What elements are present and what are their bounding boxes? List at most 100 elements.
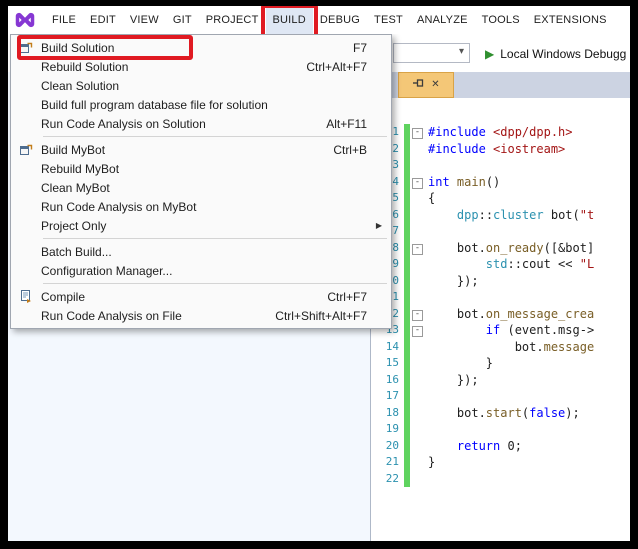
menubar: FILEEDITVIEWGITPROJECTBUILDDEBUGTESTANAL…	[8, 6, 630, 34]
code-text: std::cout << "L	[428, 256, 594, 273]
fold-gutter	[402, 355, 428, 372]
menu-item-shortcut: Ctrl+Shift+Alt+F7	[275, 309, 367, 323]
fold-gutter: -	[402, 174, 428, 191]
menu-item-rebuild-solution[interactable]: Rebuild SolutionCtrl+Alt+F7	[11, 57, 391, 76]
code-text: bot.message	[428, 339, 594, 356]
fold-gutter	[402, 207, 428, 224]
menu-item-run-code-analysis-on-mybot[interactable]: Run Code Analysis on MyBot	[11, 197, 391, 216]
fold-gutter: -	[402, 240, 428, 257]
fold-collapse-icon[interactable]: -	[412, 128, 423, 139]
line-number: 22	[372, 471, 402, 488]
line-number: 19	[372, 421, 402, 438]
menubar-item-project[interactable]: PROJECT	[199, 6, 266, 34]
fold-gutter	[402, 405, 428, 422]
code-editor[interactable]: 1-#include <dpp/dpp.h>2#include <iostrea…	[372, 98, 630, 541]
fold-collapse-icon[interactable]: -	[412, 244, 423, 255]
fold-collapse-icon[interactable]: -	[412, 310, 423, 321]
code-line: 9 std::cout << "L	[372, 256, 630, 273]
menu-item-build-mybot[interactable]: Build MyBotCtrl+B	[11, 140, 391, 159]
solution-platform-dropdown[interactable]: ▾	[393, 43, 470, 63]
code-text: #include <iostream>	[428, 141, 565, 158]
compile-icon	[11, 290, 41, 303]
menubar-item-view[interactable]: VIEW	[123, 6, 166, 34]
menu-item-run-code-analysis-on-solution[interactable]: Run Code Analysis on SolutionAlt+F11	[11, 114, 391, 133]
fold-gutter	[402, 190, 428, 207]
fold-gutter: -	[402, 306, 428, 323]
line-number: 14	[372, 339, 402, 356]
fold-gutter	[402, 141, 428, 158]
menu-separator	[43, 136, 387, 137]
code-text: bot.start(false);	[428, 405, 580, 422]
code-line: 7	[372, 223, 630, 240]
start-debugging-button[interactable]: ▶ Local Windows Debugg	[485, 44, 626, 64]
code-line: 10 });	[372, 273, 630, 290]
code-text: });	[428, 372, 479, 389]
code-line: 15 }	[372, 355, 630, 372]
pin-icon[interactable]	[412, 76, 424, 94]
menu-item-shortcut: Ctrl+B	[333, 143, 367, 157]
code-text: if (event.msg->	[428, 322, 594, 339]
menu-item-configuration-manager[interactable]: Configuration Manager...	[11, 261, 391, 280]
code-line: 20 return 0;	[372, 438, 630, 455]
code-line: 1-#include <dpp/dpp.h>	[372, 124, 630, 141]
menu-item-label: Configuration Manager...	[41, 264, 367, 278]
menu-item-label: Run Code Analysis on MyBot	[41, 200, 367, 214]
visual-studio-logo-icon	[15, 10, 35, 30]
code-line: 3	[372, 157, 630, 174]
code-text: bot.on_ready([&bot]	[428, 240, 594, 257]
code-line: 8- bot.on_ready([&bot]	[372, 240, 630, 257]
menubar-item-build[interactable]: BUILD	[266, 6, 313, 34]
code-line: 2#include <iostream>	[372, 141, 630, 158]
visual-studio-window: ▾ ▶ Local Windows Debugg ✕ 1-#include <d…	[8, 6, 630, 541]
menu-item-clean-mybot[interactable]: Clean MyBot	[11, 178, 391, 197]
code-line: 5{	[372, 190, 630, 207]
code-text: #include <dpp/dpp.h>	[428, 124, 573, 141]
menu-item-label: Build Solution	[41, 41, 353, 55]
menu-item-label: Clean Solution	[41, 79, 367, 93]
fold-gutter	[402, 471, 428, 488]
code-line: 18 bot.start(false);	[372, 405, 630, 422]
fold-gutter	[402, 388, 428, 405]
code-line: 19	[372, 421, 630, 438]
menubar-item-file[interactable]: FILE	[45, 6, 83, 34]
menubar-item-test[interactable]: TEST	[367, 6, 410, 34]
menu-item-shortcut: F7	[353, 41, 367, 55]
menu-item-compile[interactable]: CompileCtrl+F7	[11, 287, 391, 306]
code-text: dpp::cluster bot("t	[428, 207, 594, 224]
fold-collapse-icon[interactable]: -	[412, 326, 423, 337]
close-icon[interactable]: ✕	[431, 80, 439, 90]
menubar-item-debug[interactable]: DEBUG	[313, 6, 367, 34]
build-icon	[11, 41, 41, 54]
menu-item-run-code-analysis-on-file[interactable]: Run Code Analysis on FileCtrl+Shift+Alt+…	[11, 306, 391, 325]
menubar-item-git[interactable]: GIT	[166, 6, 199, 34]
fold-gutter	[402, 438, 428, 455]
menu-item-label: Project Only	[41, 219, 367, 233]
menubar-item-tools[interactable]: TOOLS	[475, 6, 527, 34]
fold-gutter	[402, 157, 428, 174]
menu-item-rebuild-mybot[interactable]: Rebuild MyBot	[11, 159, 391, 178]
menu-item-shortcut: Ctrl+F7	[327, 290, 367, 304]
menu-item-label: Build full program database file for sol…	[41, 98, 367, 112]
chevron-down-icon: ▾	[459, 46, 464, 57]
fold-gutter	[402, 256, 428, 273]
menu-item-project-only[interactable]: Project Only▶	[11, 216, 391, 235]
menubar-item-edit[interactable]: EDIT	[83, 6, 123, 34]
menu-item-label: Run Code Analysis on Solution	[41, 117, 326, 131]
code-line: 22	[372, 471, 630, 488]
code-line: 6 dpp::cluster bot("t	[372, 207, 630, 224]
menu-item-build-solution[interactable]: Build SolutionF7	[11, 38, 391, 57]
build-menu-popup: Build SolutionF7Rebuild SolutionCtrl+Alt…	[10, 34, 392, 329]
code-line: 12- bot.on_message_crea	[372, 306, 630, 323]
annotation-box-build-menu	[261, 6, 318, 34]
document-tab[interactable]: ✕	[398, 72, 454, 98]
line-number: 20	[372, 438, 402, 455]
menubar-item-analyze[interactable]: ANALYZE	[410, 6, 475, 34]
menu-item-label: Clean MyBot	[41, 181, 367, 195]
menu-item-batch-build[interactable]: Batch Build...	[11, 242, 391, 261]
code-lines: 1-#include <dpp/dpp.h>2#include <iostrea…	[372, 124, 630, 487]
menu-item-clean-solution[interactable]: Clean Solution	[11, 76, 391, 95]
line-number: 15	[372, 355, 402, 372]
menu-item-build-full-program-database-file-for-solution[interactable]: Build full program database file for sol…	[11, 95, 391, 114]
fold-collapse-icon[interactable]: -	[412, 178, 423, 189]
menubar-item-extensions[interactable]: EXTENSIONS	[527, 6, 614, 34]
